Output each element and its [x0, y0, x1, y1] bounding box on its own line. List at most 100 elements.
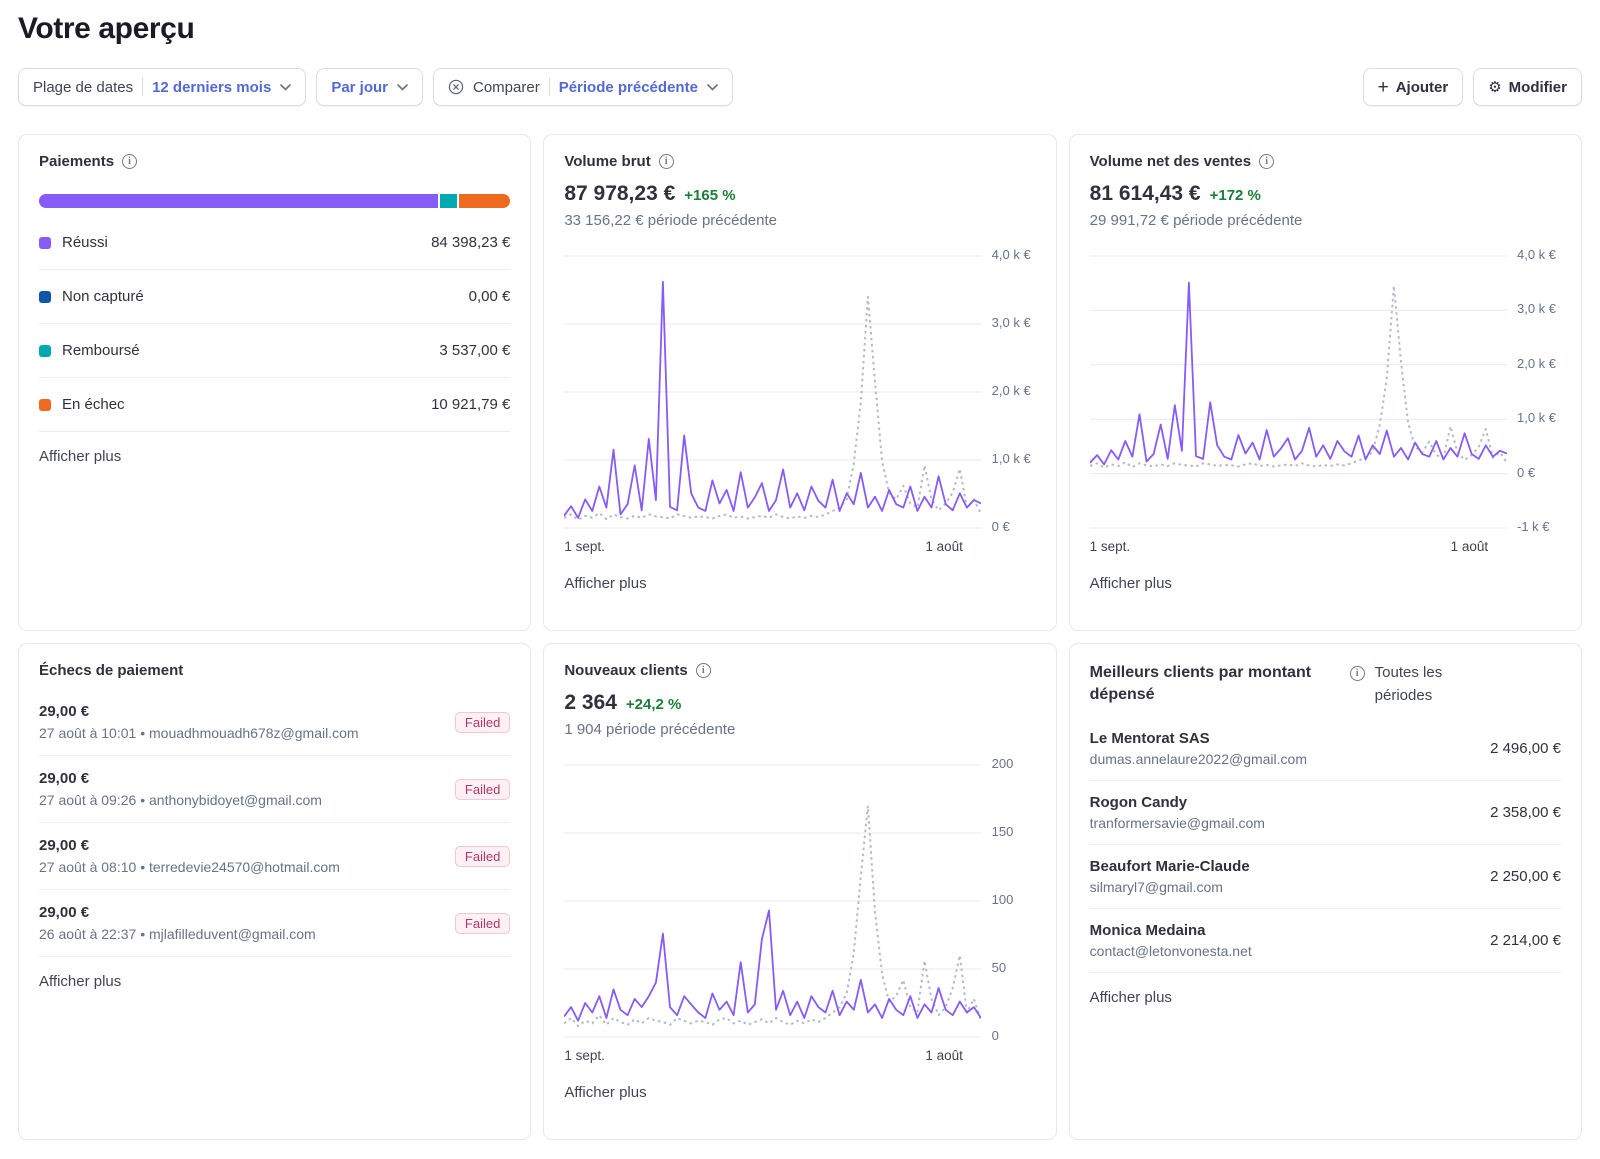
- payments-card-title: Paiements: [39, 153, 115, 170]
- interval-filter[interactable]: Par jour: [316, 68, 423, 106]
- legend-row-succeeded: Réussi 84 398,23 €: [39, 216, 511, 270]
- new-customers-delta: +24,2 %: [625, 696, 682, 713]
- legend-row-uncaptured: Non capturé 0,00 €: [39, 270, 511, 324]
- info-icon[interactable]: i: [122, 154, 138, 169]
- legend-value: 84 398,23 €: [431, 234, 511, 251]
- payments-distribution-bar: [39, 194, 511, 208]
- customer-email: contact@letonvonesta.net: [1089, 943, 1252, 959]
- failed-payment-row[interactable]: 29,00 € 27 août à 10:01 • mouadhmouadh67…: [39, 689, 511, 756]
- gross-volume-title: Volume brut: [564, 153, 651, 170]
- new-customers-previous: 1 904 période précédente: [564, 721, 736, 738]
- x-axis-labels: 1 sept. 1 août: [1090, 539, 1507, 559]
- legend-label: En échec: [62, 396, 125, 413]
- y-axis-labels: 4,0 k €3,0 k €2,0 k €1,0 k €0 € -1 k €: [1516, 247, 1557, 534]
- x-axis-labels: 1 sept. 1 août: [564, 1048, 981, 1068]
- info-icon[interactable]: i: [1349, 666, 1365, 681]
- customer-name: Monica Medaina: [1089, 922, 1206, 939]
- failed-color-dot: [39, 398, 51, 411]
- edit-button[interactable]: ⚙ Modifier: [1473, 68, 1582, 106]
- failed-payments-list: 29,00 € 27 août à 10:01 • mouadhmouadh67…: [39, 689, 511, 957]
- gear-icon: ⚙: [1488, 77, 1502, 96]
- customer-name: Rogon Candy: [1089, 794, 1188, 811]
- top-customer-row[interactable]: Monica Medaina contact@letonvonesta.net …: [1089, 909, 1561, 973]
- x-label-end: 1 août: [925, 539, 963, 554]
- divider: [548, 78, 550, 96]
- top-customer-row[interactable]: Le Mentorat SAS dumas.annelaure2022@gmai…: [1089, 717, 1561, 781]
- remove-compare-icon[interactable]: [448, 79, 464, 95]
- status-badge: Failed: [454, 845, 511, 867]
- gross-volume-card: Volume brut i 87 978,23 € +165 % 33 156,…: [543, 134, 1057, 631]
- net-volume-chart[interactable]: [1089, 253, 1507, 531]
- legend-row-refunded: Remboursé 3 537,00 €: [39, 324, 511, 378]
- top-customers-period-filter[interactable]: Toutes les périodes: [1375, 662, 1477, 707]
- x-label-start: 1 sept.: [564, 539, 605, 554]
- chevron-down-icon: [707, 83, 718, 91]
- failed-payment-row[interactable]: 29,00 € 27 août à 08:10 • terredevie2457…: [39, 823, 511, 890]
- status-badge: Failed: [454, 778, 511, 800]
- y-axis-labels: 200 150 100 50 0: [991, 756, 1014, 1043]
- customer-email: silmaryl7@gmail.com: [1089, 879, 1223, 895]
- customer-email: dumas.annelaure2022@gmail.com: [1089, 751, 1307, 767]
- net-volume-card: Volume net des ventes i 81 614,43 € +172…: [1068, 134, 1582, 631]
- new-customers-chart[interactable]: [564, 762, 982, 1040]
- uncaptured-color-dot: [39, 290, 51, 303]
- customer-amount: 2 496,00 €: [1490, 740, 1561, 757]
- gross-volume-chart[interactable]: [564, 253, 982, 531]
- x-label-start: 1 sept.: [564, 1048, 605, 1063]
- customer-name: Le Mentorat SAS: [1089, 730, 1210, 747]
- compare-value: Période précédente: [558, 78, 698, 96]
- gross-volume-amount: 87 978,23 €: [564, 182, 676, 205]
- date-range-value: 12 derniers mois: [152, 78, 272, 96]
- top-customer-row[interactable]: Beaufort Marie-Claude silmaryl7@gmail.co…: [1089, 845, 1561, 909]
- customer-email: tranformersavie@gmail.com: [1089, 815, 1265, 831]
- new-customers-amount: 2 364: [564, 691, 617, 714]
- show-more-link[interactable]: Afficher plus: [564, 575, 646, 592]
- plus-icon: +: [1377, 76, 1389, 98]
- failed-payment-amount: 29,00 €: [39, 904, 90, 921]
- failed-payment-amount: 29,00 €: [39, 703, 90, 720]
- payments-legend: Réussi 84 398,23 € Non capturé 0,00 € Re…: [39, 216, 511, 432]
- info-icon[interactable]: i: [1259, 154, 1275, 169]
- show-more-link[interactable]: Afficher plus: [1090, 989, 1172, 1006]
- info-icon[interactable]: i: [658, 154, 674, 169]
- failed-payment-amount: 29,00 €: [39, 770, 90, 787]
- top-customers-card: Meilleurs clients par montant dépensé i …: [1068, 643, 1582, 1140]
- edit-button-label: Modifier: [1508, 78, 1567, 96]
- payments-card: Paiements i Réussi 84 398,23 € Non captu…: [18, 134, 532, 631]
- add-button[interactable]: + Ajouter: [1362, 68, 1464, 106]
- refunded-color-dot: [39, 344, 51, 357]
- customer-amount: 2 214,00 €: [1490, 932, 1561, 949]
- page-title: Votre aperçu: [18, 12, 195, 45]
- failed-payment-row[interactable]: 29,00 € 26 août à 22:37 • mjlafilleduven…: [39, 890, 511, 957]
- interval-value: Par jour: [331, 78, 388, 96]
- filter-bar: Plage de dates 12 derniers mois Par jour…: [18, 68, 733, 106]
- show-more-link[interactable]: Afficher plus: [1090, 575, 1172, 592]
- date-range-filter[interactable]: Plage de dates 12 derniers mois: [18, 68, 307, 106]
- y-axis-labels: 4,0 k €3,0 k €2,0 k €1,0 k €0 €: [991, 247, 1031, 534]
- net-volume-title: Volume net des ventes: [1089, 153, 1252, 170]
- failed-payment-row[interactable]: 29,00 € 27 août à 09:26 • anthonybidoyet…: [39, 756, 511, 823]
- compare-filter[interactable]: Comparer Période précédente: [433, 68, 733, 106]
- customer-name: Beaufort Marie-Claude: [1089, 858, 1250, 875]
- legend-label: Non capturé: [62, 288, 144, 305]
- failed-payments-title: Échecs de paiement: [39, 662, 184, 679]
- customer-amount: 2 358,00 €: [1490, 804, 1561, 821]
- toolbar: Plage de dates 12 derniers mois Par jour…: [18, 68, 1582, 106]
- x-label-start: 1 sept.: [1089, 539, 1131, 554]
- info-icon[interactable]: i: [695, 663, 711, 678]
- show-more-link[interactable]: Afficher plus: [39, 448, 121, 465]
- legend-label: Réussi: [62, 234, 108, 251]
- status-badge: Failed: [454, 711, 511, 733]
- failed-payments-card: Échecs de paiement 29,00 € 27 août à 10:…: [18, 643, 532, 1140]
- x-label-end: 1 août: [925, 1048, 963, 1063]
- new-customers-card: Nouveaux clients i 2 364 +24,2 % 1 904 p…: [543, 643, 1057, 1140]
- net-volume-delta: +172 %: [1209, 187, 1261, 204]
- overview-grid: Paiements i Réussi 84 398,23 € Non captu…: [18, 134, 1582, 1140]
- chevron-down-icon: [280, 83, 292, 91]
- show-more-link[interactable]: Afficher plus: [564, 1084, 646, 1101]
- top-customer-row[interactable]: Rogon Candy tranformersavie@gmail.com 2 …: [1089, 781, 1561, 845]
- show-more-link[interactable]: Afficher plus: [39, 973, 121, 990]
- failed-payment-meta: 27 août à 08:10 • terredevie24570@hotmai…: [39, 859, 340, 875]
- divider: [142, 78, 144, 96]
- failed-payment-meta: 27 août à 10:01 • mouadhmouadh678z@gmail…: [39, 725, 359, 741]
